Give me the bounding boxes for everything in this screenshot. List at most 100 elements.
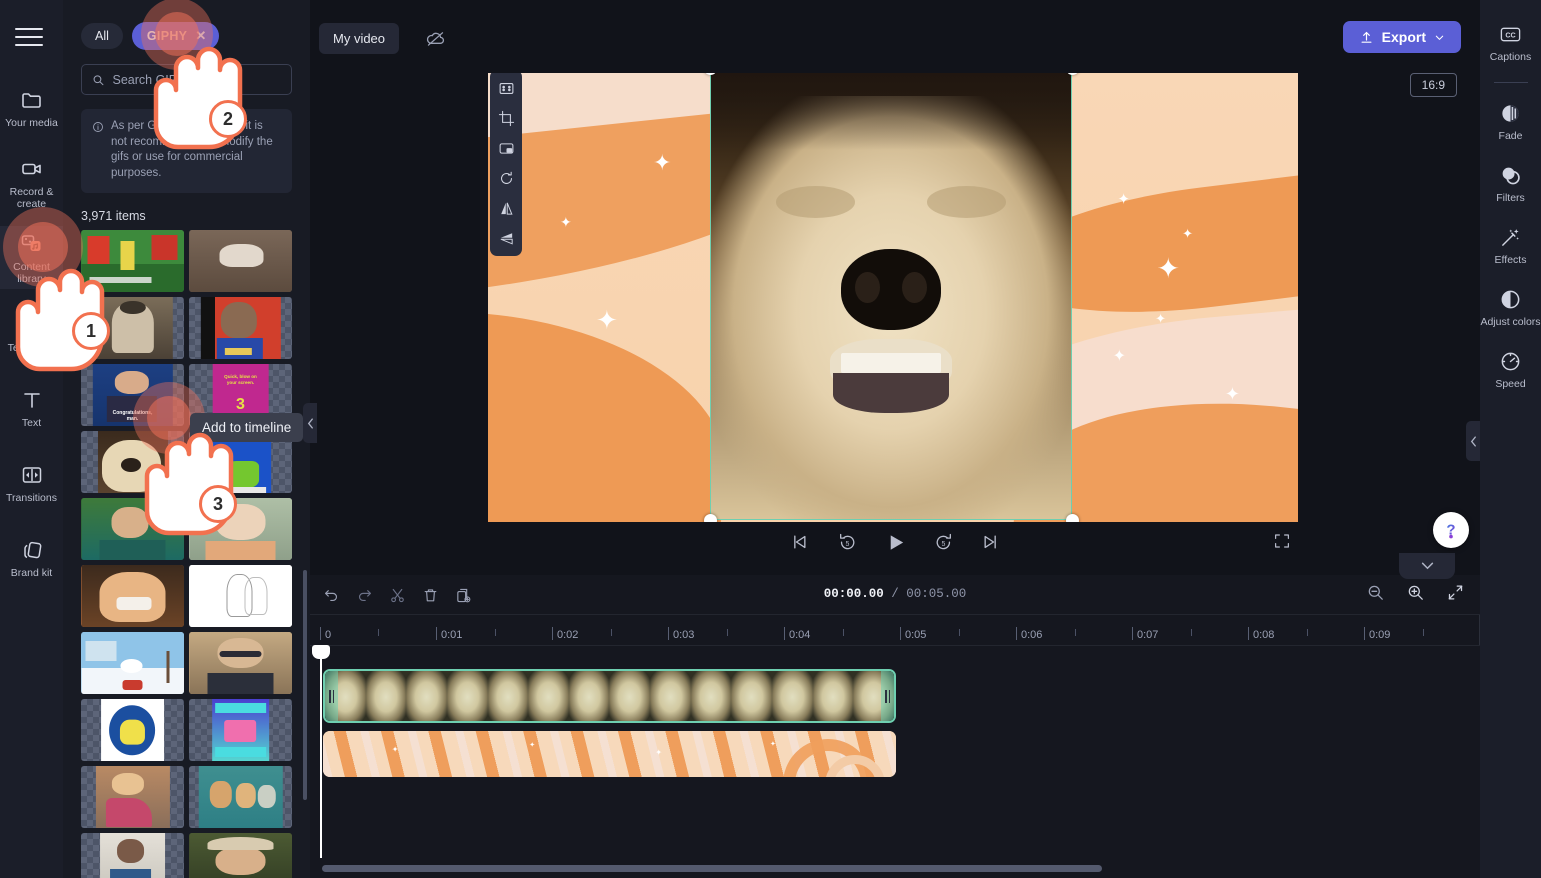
sidebar-item-brand-kit[interactable]: Brand kit	[0, 526, 63, 589]
playhead[interactable]	[312, 645, 330, 858]
filters-icon	[1502, 167, 1520, 185]
trim-handle-left[interactable]	[325, 671, 338, 721]
list-item[interactable]	[189, 565, 292, 627]
chip-all[interactable]: All	[81, 23, 123, 49]
collapse-right-panel-button[interactable]	[1466, 421, 1480, 461]
list-item[interactable]: Quick, blow on your screen. 3	[189, 364, 292, 426]
giphy-licensing-notice: As per GIPHY's licensing, it is not reco…	[81, 109, 292, 193]
chip-giphy[interactable]: GIPHY ✕	[131, 22, 219, 50]
hamburger-menu-icon[interactable]	[14, 22, 49, 52]
flip-vertical-icon[interactable]	[495, 227, 517, 249]
right-item-speed[interactable]: Speed	[1480, 341, 1541, 394]
list-item[interactable]: Congratulations, man.	[81, 364, 184, 426]
list-item[interactable]	[189, 230, 292, 292]
list-item[interactable]	[189, 766, 292, 828]
list-item[interactable]	[189, 632, 292, 694]
notice-text: As per GIPHY's licensing, it is not reco…	[111, 120, 273, 179]
playhead-knob[interactable]	[312, 645, 330, 659]
delete-button[interactable]	[417, 582, 443, 608]
effects-wand-icon	[1502, 229, 1519, 246]
play-button[interactable]	[883, 530, 907, 554]
aspect-ratio-badge[interactable]: 16:9	[1409, 73, 1457, 97]
undo-button[interactable]	[318, 582, 344, 608]
video-title[interactable]: My video	[319, 23, 400, 54]
list-item[interactable]	[189, 833, 292, 878]
zoom-out-button[interactable]	[1366, 583, 1388, 605]
current-time: 00:00.00	[823, 587, 884, 601]
zoom-in-button[interactable]	[1406, 583, 1428, 605]
skip-to-end-button[interactable]	[979, 530, 1003, 554]
redo-button[interactable]	[351, 582, 377, 608]
fit-to-frame-icon[interactable]	[495, 77, 517, 99]
list-item[interactable]	[81, 699, 184, 761]
sidebar-item-text[interactable]: Text	[0, 376, 63, 439]
chevron-down-icon	[1421, 562, 1433, 570]
rotate-icon[interactable]	[495, 167, 517, 189]
right-item-captions[interactable]: CC Captions	[1480, 14, 1541, 67]
list-item[interactable]	[81, 230, 184, 292]
search-box[interactable]	[81, 64, 292, 95]
timeline-tracks: ✦ ✦ ✦ ✦	[310, 645, 1480, 878]
right-item-filters[interactable]: Filters	[1480, 155, 1541, 208]
timeline-horizontal-scrollbar[interactable]	[322, 865, 1102, 872]
list-item[interactable]	[189, 699, 292, 761]
right-item-fade[interactable]: Fade	[1480, 93, 1541, 146]
sidebar-item-your-media[interactable]: Your media	[0, 76, 63, 139]
trash-icon	[424, 588, 436, 601]
list-item[interactable]	[189, 297, 292, 359]
list-item[interactable]	[81, 498, 184, 560]
clip-float-toolbar	[490, 70, 522, 256]
right-item-effects[interactable]: Effects	[1480, 217, 1541, 270]
resize-handle-bottom-right[interactable]	[1066, 514, 1079, 522]
redo-icon	[358, 589, 371, 601]
trim-handle-right[interactable]	[881, 671, 894, 721]
timeline-ruler[interactable]: 0 0:01 0:02 0:03 0:04 0:05 0:06 0:07 0:0…	[310, 615, 1480, 646]
resize-handle-bottom-left[interactable]	[704, 514, 717, 522]
sidebar-item-content-library[interactable]: Content library	[0, 226, 63, 289]
list-item[interactable]	[81, 766, 184, 828]
forward-5s-button[interactable]: 5	[931, 530, 955, 554]
list-item[interactable]	[81, 632, 184, 694]
flip-horizontal-icon[interactable]	[495, 197, 517, 219]
picture-in-picture-icon[interactable]	[495, 137, 517, 159]
duplicate-button[interactable]	[450, 582, 476, 608]
table-row[interactable]: ✦ ✦ ✦ ✦	[323, 731, 896, 777]
chevron-down-icon	[1435, 35, 1444, 40]
divider	[1493, 82, 1528, 83]
timeline: 00:00.00 / 00:05.00 0 0:01 0:02 0:03 0:0…	[310, 575, 1480, 878]
list-item[interactable]	[189, 431, 292, 493]
content-library-icon	[21, 235, 40, 251]
right-item-adjust-colors[interactable]: Adjust colors	[1480, 279, 1541, 332]
collapse-timeline-button[interactable]	[1399, 553, 1455, 579]
sidebar-item-transitions[interactable]: Transitions	[0, 451, 63, 514]
right-item-label: Filters	[1496, 192, 1525, 204]
ruler-label: 0:03	[673, 629, 695, 641]
fade-icon	[1502, 105, 1519, 122]
rewind-5s-button[interactable]: 5	[835, 530, 859, 554]
collapse-panel-button[interactable]	[303, 403, 317, 443]
sidebar-item-templates[interactable]: Templates	[0, 301, 63, 364]
scissors-icon	[390, 588, 404, 602]
panel-scrollbar[interactable]	[303, 570, 307, 800]
ruler-label: 0:01	[441, 629, 463, 641]
sidebar-item-record-create[interactable]: Record & create	[0, 151, 63, 214]
fit-timeline-button[interactable]	[1446, 583, 1468, 605]
split-button[interactable]	[384, 582, 410, 608]
search-input[interactable]	[112, 72, 281, 87]
close-icon[interactable]: ✕	[195, 28, 206, 44]
list-item[interactable]	[189, 498, 292, 560]
help-button[interactable]: ?	[1433, 512, 1469, 548]
list-item[interactable]	[81, 431, 184, 493]
gif-grid: Congratulations, man. Quick, blow on your …	[63, 230, 310, 878]
cloud-offline-icon[interactable]	[420, 25, 450, 51]
table-row[interactable]	[323, 669, 896, 723]
skip-to-start-button[interactable]	[787, 530, 811, 554]
fullscreen-icon[interactable]	[1273, 532, 1295, 554]
export-button[interactable]: Export	[1342, 21, 1461, 53]
list-item[interactable]	[81, 833, 184, 878]
crop-icon[interactable]	[495, 107, 517, 129]
selected-video-clip[interactable]	[710, 68, 1072, 520]
list-item[interactable]	[81, 565, 184, 627]
left-sidebar: Your media Record & create Content libra…	[0, 0, 63, 878]
list-item[interactable]	[81, 297, 184, 359]
